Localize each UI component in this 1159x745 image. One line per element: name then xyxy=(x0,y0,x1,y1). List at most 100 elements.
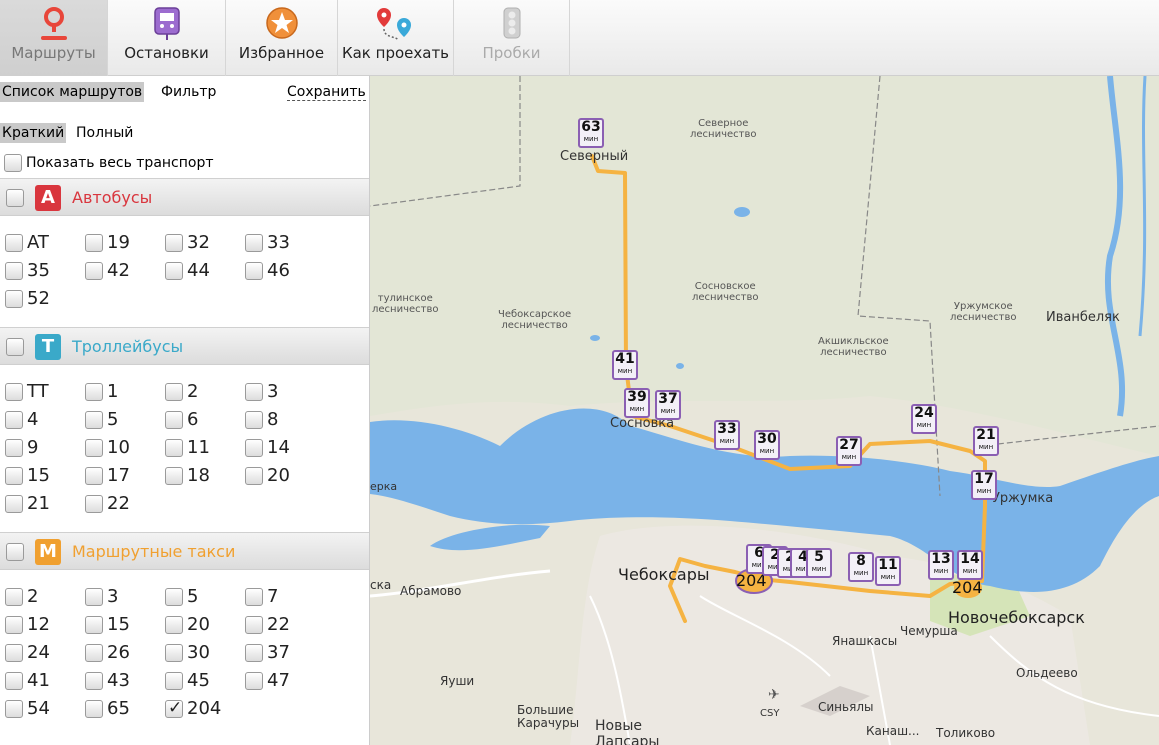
route-checkbox[interactable] xyxy=(245,261,263,280)
route-checkbox[interactable] xyxy=(85,615,103,634)
stop-marker[interactable]: 33 мин xyxy=(714,420,740,450)
route-checkbox[interactable] xyxy=(5,233,23,252)
tab-favorites[interactable]: Избранное xyxy=(226,0,338,76)
map-view[interactable]: Северное лесничество Сосновское лесничес… xyxy=(370,76,1159,745)
route-item[interactable]: 21 xyxy=(5,493,50,514)
route-item[interactable]: 35 xyxy=(5,260,50,281)
route-checkbox[interactable] xyxy=(165,410,183,429)
route-checkbox[interactable] xyxy=(165,438,183,457)
route-item[interactable]: 52 xyxy=(5,288,50,309)
route-checkbox[interactable] xyxy=(165,643,183,662)
route-item[interactable]: TT xyxy=(5,381,49,402)
route-checkbox[interactable] xyxy=(85,643,103,662)
route-checkbox[interactable] xyxy=(5,289,23,308)
route-item[interactable]: 14 xyxy=(245,437,290,458)
route-checkbox[interactable] xyxy=(85,466,103,485)
tab-stops[interactable]: Остановки xyxy=(108,0,226,76)
stop-marker[interactable]: 8 мин xyxy=(848,552,874,582)
route-checkbox[interactable] xyxy=(245,382,263,401)
route-checkbox[interactable] xyxy=(85,699,103,718)
route-item[interactable]: 15 xyxy=(85,614,130,635)
route-checkbox[interactable] xyxy=(245,643,263,662)
route-checkbox[interactable] xyxy=(245,587,263,606)
route-checkbox[interactable] xyxy=(165,261,183,280)
route-item[interactable]: 20 xyxy=(245,465,290,486)
route-item[interactable]: 9 xyxy=(5,437,38,458)
route-item[interactable]: 1 xyxy=(85,381,118,402)
route-checkbox[interactable] xyxy=(165,233,183,252)
route-item[interactable]: 12 xyxy=(5,614,50,635)
show-all-transport[interactable]: Показать весь транспорт xyxy=(4,154,214,172)
route-item[interactable]: 41 xyxy=(5,670,50,691)
buses-checkbox[interactable] xyxy=(6,189,24,207)
route-checkbox[interactable] xyxy=(85,671,103,690)
route-checkbox[interactable] xyxy=(5,699,23,718)
route-checkbox[interactable] xyxy=(165,466,183,485)
route-item[interactable]: 18 xyxy=(165,465,210,486)
stop-marker[interactable]: 30 мин xyxy=(754,430,780,460)
route-item[interactable]: 19 xyxy=(85,232,130,253)
route-checkbox[interactable] xyxy=(245,410,263,429)
group-buses-header[interactable]: A Автобусы xyxy=(0,178,369,216)
route-item[interactable]: 15 xyxy=(5,465,50,486)
route-item[interactable]: 30 xyxy=(165,642,210,663)
tab-route-list[interactable]: Список маршрутов xyxy=(0,82,145,102)
route-checkbox[interactable] xyxy=(5,587,23,606)
stop-marker[interactable]: 21 мин xyxy=(973,426,999,456)
stop-marker[interactable]: 37 мин xyxy=(655,390,681,420)
stop-marker[interactable]: 27 мин xyxy=(836,436,862,466)
group-trolleys-header[interactable]: T Троллейбусы xyxy=(0,327,369,365)
route-item[interactable]: 7 xyxy=(245,586,278,607)
tab-directions[interactable]: Как проехать xyxy=(338,0,454,76)
route-item[interactable]: 22 xyxy=(245,614,290,635)
route-checkbox[interactable] xyxy=(5,410,23,429)
route-item[interactable]: 42 xyxy=(85,260,130,281)
route-item[interactable]: 5 xyxy=(85,409,118,430)
stop-marker[interactable]: 13 мин xyxy=(928,550,954,580)
route-item[interactable]: 24 xyxy=(5,642,50,663)
route-item[interactable]: 43 xyxy=(85,670,130,691)
route-item[interactable]: 65 xyxy=(85,698,130,719)
stop-marker[interactable]: 24 мин xyxy=(911,404,937,434)
tab-traffic[interactable]: Пробки xyxy=(454,0,570,76)
route-item[interactable]: 17 xyxy=(85,465,130,486)
show-all-checkbox[interactable] xyxy=(4,154,22,172)
route-checkbox[interactable] xyxy=(5,261,23,280)
route-item[interactable]: 37 xyxy=(245,642,290,663)
route-checkbox[interactable] xyxy=(165,698,183,718)
route-item[interactable]: AT xyxy=(5,232,49,253)
route-checkbox[interactable] xyxy=(245,615,263,634)
route-item[interactable]: 2 xyxy=(165,381,198,402)
route-checkbox[interactable] xyxy=(5,615,23,634)
route-checkbox[interactable] xyxy=(5,466,23,485)
route-checkbox[interactable] xyxy=(5,494,23,513)
route-checkbox[interactable] xyxy=(165,587,183,606)
route-checkbox[interactable] xyxy=(5,438,23,457)
route-checkbox[interactable] xyxy=(5,382,23,401)
route-checkbox[interactable] xyxy=(165,671,183,690)
route-item[interactable]: 33 xyxy=(245,232,290,253)
stop-marker[interactable]: 63 мин xyxy=(578,118,604,148)
route-checkbox[interactable] xyxy=(85,587,103,606)
route-item[interactable]: 11 xyxy=(165,437,210,458)
route-checkbox[interactable] xyxy=(5,643,23,662)
stop-marker[interactable]: 17 мин xyxy=(971,470,997,500)
route-item[interactable]: 32 xyxy=(165,232,210,253)
route-item[interactable]: 6 xyxy=(165,409,198,430)
route-checkbox[interactable] xyxy=(165,382,183,401)
route-item[interactable]: 47 xyxy=(245,670,290,691)
route-item[interactable]: 20 xyxy=(165,614,210,635)
save-link[interactable]: Сохранить xyxy=(287,84,366,101)
route-checkbox[interactable] xyxy=(85,261,103,280)
route-item[interactable]: 26 xyxy=(85,642,130,663)
route-checkbox[interactable] xyxy=(85,233,103,252)
view-full[interactable]: Полный xyxy=(76,125,133,141)
trolleys-checkbox[interactable] xyxy=(6,338,24,356)
route-item[interactable]: 5 xyxy=(165,586,198,607)
route-checkbox[interactable] xyxy=(85,382,103,401)
route-checkbox[interactable] xyxy=(85,494,103,513)
route-item[interactable]: 22 xyxy=(85,493,130,514)
taxis-checkbox[interactable] xyxy=(6,543,24,561)
tab-routes[interactable]: Маршруты xyxy=(0,0,108,76)
route-item[interactable]: 10 xyxy=(85,437,130,458)
